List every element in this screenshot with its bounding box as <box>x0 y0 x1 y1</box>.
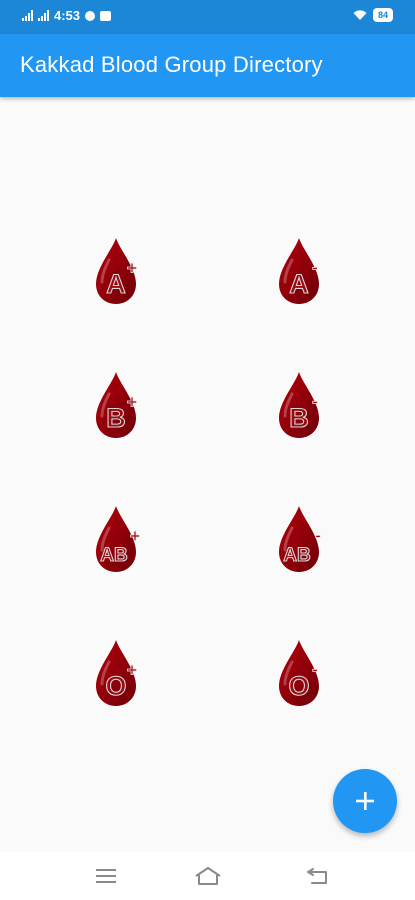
nav-back-button[interactable] <box>304 864 332 888</box>
app-title: Kakkad Blood Group Directory <box>20 52 323 77</box>
blood-group-letters: B <box>106 403 126 433</box>
screen: 4:53 84 Kakkad Blood Group Directory A + … <box>0 0 415 900</box>
blood-group-letters: AB <box>283 545 310 566</box>
blood-group-a-positive[interactable]: A + <box>76 234 156 314</box>
rh-sign: - <box>312 391 318 411</box>
blood-group-ab-negative[interactable]: AB - <box>259 502 339 582</box>
blood-group-letters: B <box>289 403 309 433</box>
blood-group-b-positive[interactable]: B + <box>76 368 156 448</box>
battery-icon: 84 <box>372 8 393 22</box>
blood-group-letters: A <box>289 269 309 299</box>
status-time: 4:53 <box>54 8 81 23</box>
signal-icon-sim1 <box>22 10 33 21</box>
navigation-bar <box>0 852 415 900</box>
blood-group-b-negative[interactable]: B- <box>259 368 339 448</box>
blood-drop-icon: B- <box>279 372 319 438</box>
rh-sign: + <box>130 526 141 546</box>
nav-home-button[interactable] <box>194 864 222 888</box>
signal-icon-sim2 <box>38 10 49 21</box>
add-button[interactable] <box>333 769 397 833</box>
blood-drop-icon: O+ <box>96 640 138 706</box>
wifi-icon <box>353 10 367 20</box>
blood-drop-icon: AB+ <box>96 506 141 572</box>
app-bar: Kakkad Blood Group Directory <box>0 34 415 97</box>
rh-sign: + <box>127 660 138 680</box>
plus-icon <box>356 792 374 810</box>
chat-notification-icon <box>85 10 96 21</box>
blood-group-letters: AB <box>100 545 127 566</box>
blood-group-a-negative[interactable]: A- <box>259 234 339 314</box>
blood-group-letters: A <box>106 269 126 299</box>
rh-sign: - <box>312 659 318 679</box>
nav-menu-button[interactable] <box>92 864 120 888</box>
blood-group-ab-positive[interactable]: AB + <box>76 502 156 582</box>
menu-icon <box>96 869 116 883</box>
blood-drop-icon: B+ <box>96 372 138 438</box>
rh-sign: + <box>127 258 138 278</box>
status-left: 4:53 <box>22 8 112 23</box>
status-bar: 4:53 84 <box>0 0 415 34</box>
blood-drop-icon: AB- <box>279 506 321 572</box>
rh-sign: - <box>312 257 318 277</box>
blood-drop-icon: O- <box>279 640 319 706</box>
mail-notification-icon <box>100 10 112 21</box>
status-right: 84 <box>353 8 393 22</box>
rh-sign: + <box>127 392 138 412</box>
home-icon <box>195 867 221 885</box>
blood-group-o-positive[interactable]: O + <box>76 636 156 716</box>
blood-drop-icon: A- <box>279 238 319 304</box>
blood-group-letters: O <box>105 671 126 701</box>
back-icon <box>307 868 327 884</box>
blood-drop-icon: A+ <box>96 238 138 304</box>
blood-group-letters: O <box>288 671 309 701</box>
blood-group-o-negative[interactable]: O- <box>259 636 339 716</box>
rh-sign: - <box>315 525 321 545</box>
